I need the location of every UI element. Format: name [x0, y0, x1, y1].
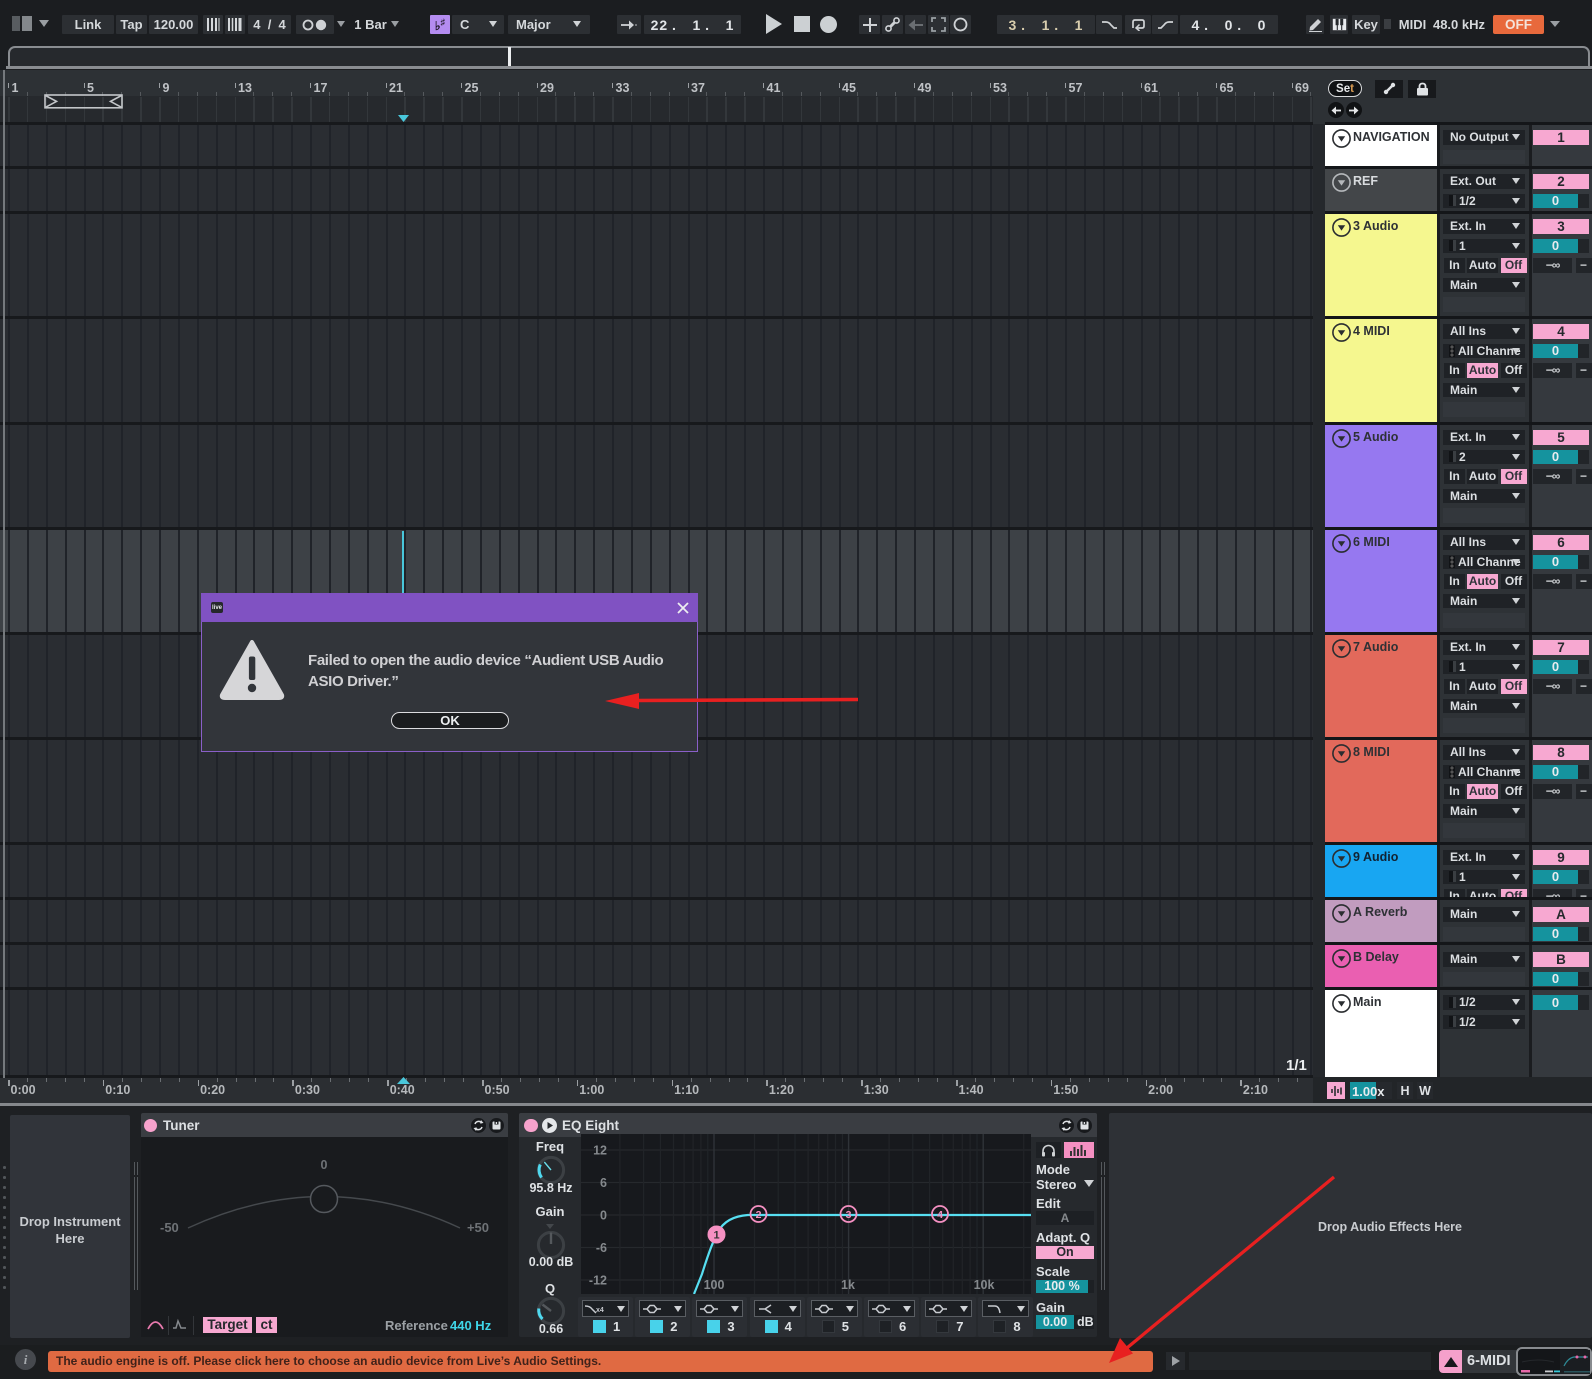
svg-text:-6: -6: [596, 1241, 607, 1255]
svg-text:10k: 10k: [974, 1278, 995, 1292]
svg-text:0: 0: [321, 1158, 328, 1172]
svg-text:+50: +50: [467, 1220, 489, 1235]
svg-text:100: 100: [704, 1278, 725, 1292]
svg-text:3: 3: [846, 1209, 852, 1221]
svg-text:6: 6: [600, 1176, 607, 1190]
svg-text:-50: -50: [160, 1220, 179, 1235]
svg-text:12: 12: [593, 1144, 607, 1158]
svg-text:4: 4: [937, 1209, 943, 1221]
svg-text:-12: -12: [589, 1274, 607, 1288]
svg-text:2: 2: [756, 1209, 762, 1221]
svg-text:x4: x4: [596, 1307, 604, 1314]
svg-text:1k: 1k: [841, 1278, 855, 1292]
svg-text:0: 0: [600, 1209, 607, 1223]
svg-text:1: 1: [713, 1230, 719, 1242]
